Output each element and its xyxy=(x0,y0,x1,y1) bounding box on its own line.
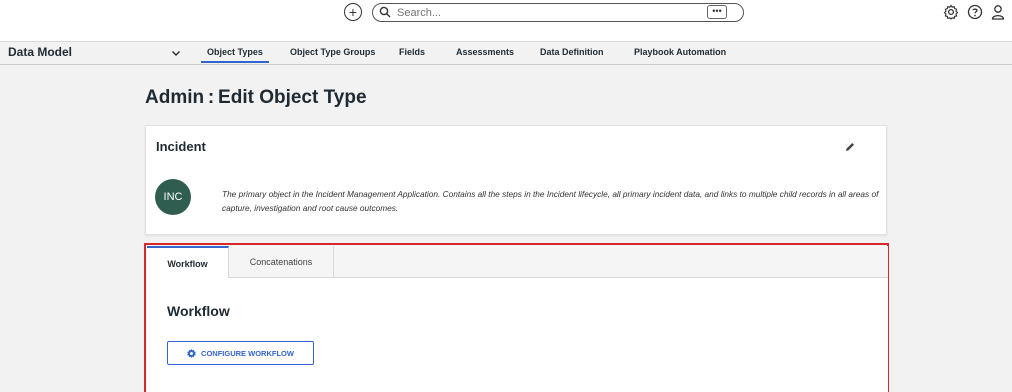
object-type-card: Incident INC The primary object in the I… xyxy=(145,125,887,235)
tab-concatenations[interactable]: Concatenations xyxy=(229,246,334,278)
object-type-name: Incident xyxy=(156,139,206,154)
tab-workflow[interactable]: Workflow xyxy=(147,246,229,279)
section-title: Workflow xyxy=(167,303,230,319)
tab-object-types[interactable]: Object Types xyxy=(201,47,269,63)
main-nav: Data Model Object Types Object Type Grou… xyxy=(0,42,1012,64)
tab-data-definition[interactable]: Data Definition xyxy=(540,47,604,57)
tab-assessments[interactable]: Assessments xyxy=(456,47,514,57)
gear-icon xyxy=(187,348,196,358)
search-options-button[interactable]: ••• xyxy=(707,5,727,19)
workflow-panel: Workflow CONFIGURE WORKFLOW xyxy=(147,278,888,392)
search-input[interactable] xyxy=(397,5,697,20)
header-divider xyxy=(0,64,1012,65)
configure-workflow-label: CONFIGURE WORKFLOW xyxy=(201,348,294,358)
add-icon[interactable]: + xyxy=(344,3,362,21)
avatar: INC xyxy=(155,179,191,215)
tab-playbook-automation[interactable]: Playbook Automation xyxy=(634,47,726,57)
detail-tabs: Workflow Concatenations xyxy=(147,246,888,279)
settings-icon[interactable] xyxy=(943,4,959,20)
edit-icon[interactable] xyxy=(844,140,856,152)
tab-object-type-groups[interactable]: Object Type Groups xyxy=(290,47,375,57)
nav-title: Data Model xyxy=(8,45,73,59)
search-icon xyxy=(379,6,393,20)
search-bar[interactable]: ••• xyxy=(372,3,744,22)
chevron-down-icon[interactable] xyxy=(170,46,182,58)
detail-tabs-panel: Workflow Concatenations Workflow CONFIGU… xyxy=(144,243,889,392)
tab-fields[interactable]: Fields xyxy=(399,47,425,57)
user-icon[interactable] xyxy=(990,4,1006,20)
page-title: Admin : Edit Object Type xyxy=(145,87,367,108)
help-icon[interactable] xyxy=(967,4,983,20)
object-type-description: The primary object in the Incident Manag… xyxy=(222,189,879,213)
top-bar: + ••• xyxy=(0,0,1012,42)
configure-workflow-button[interactable]: CONFIGURE WORKFLOW xyxy=(167,341,314,365)
